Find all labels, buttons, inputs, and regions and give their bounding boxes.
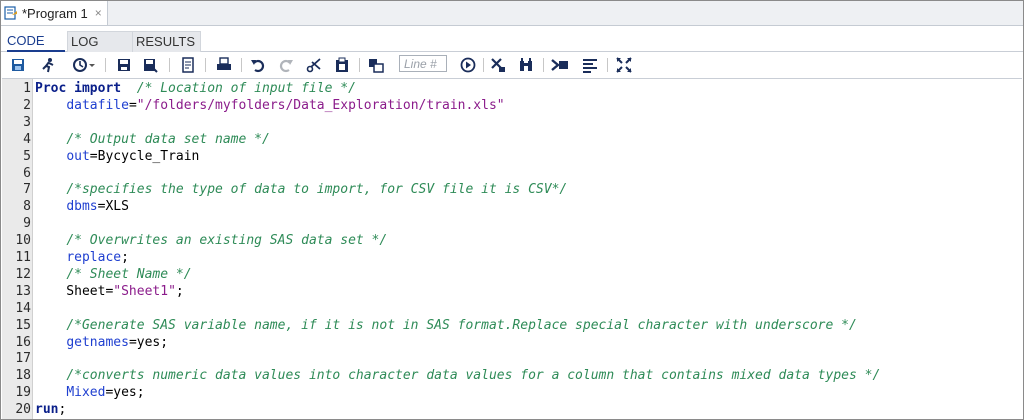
code-line[interactable]: 20 run; (2, 401, 1022, 418)
line-number: 2 (23, 97, 31, 113)
save-program-icon[interactable] (9, 56, 27, 74)
line-number: 5 (23, 148, 31, 164)
code-line[interactable]: 1 Proc import /* Location of input file *… (2, 80, 1022, 97)
find-icon[interactable] (517, 56, 535, 74)
program-icon (4, 6, 17, 20)
code-line[interactable]: 8 dbms=XLS (2, 198, 1022, 215)
code-text: /* Overwrites an existing SAS data set *… (66, 233, 388, 249)
copy-to-editor-icon[interactable] (179, 56, 197, 74)
code-text: out=Bycycle_Train (66, 148, 200, 164)
code-line[interactable]: 15 /*Generate SAS variable name, if it i… (2, 317, 1022, 334)
code-text: /* Sheet Name */ (66, 266, 192, 282)
line-number: 15 (15, 317, 31, 333)
run-icon[interactable] (39, 56, 57, 74)
line-number: 7 (23, 182, 31, 198)
code-text: /*Generate SAS variable name, if it is n… (66, 317, 857, 333)
line-number: 9 (23, 216, 31, 232)
code-text: Sheet="Sheet1"; (35, 283, 184, 299)
line-number: 17 (15, 351, 31, 367)
code-text: datafile="/folders/myfolders/Data_Explor… (66, 97, 505, 113)
code-toolbar (1, 53, 1023, 77)
line-number: 14 (15, 300, 31, 316)
program-tab[interactable]: *Program 1 × (1, 1, 108, 25)
tab-code[interactable]: CODE (7, 31, 65, 52)
code-snippet-icon[interactable] (551, 56, 569, 74)
code-text: getnames=yes; (66, 334, 169, 350)
line-number: 16 (15, 334, 31, 350)
line-number: 13 (15, 283, 31, 299)
line-number: 20 (15, 402, 31, 418)
history-dropdown-icon[interactable] (71, 56, 97, 74)
code-text: /* Output data set name */ (66, 131, 270, 147)
code-line[interactable]: 16 getnames=yes; (2, 334, 1022, 351)
code-line[interactable]: 14 (2, 300, 1022, 317)
tab-results[interactable]: RESULTS (132, 31, 201, 52)
clear-all-code-icon[interactable] (489, 56, 507, 74)
line-number: 19 (15, 385, 31, 401)
line-number: 1 (23, 81, 31, 96)
properties-icon[interactable] (581, 56, 599, 74)
code-editor[interactable]: 1 Proc import /* Location of input file *… (2, 78, 1022, 419)
code-line[interactable]: 2 datafile="/folders/myfolders/Data_Expl… (2, 97, 1022, 114)
line-number: 10 (15, 233, 31, 249)
program-tab-title: *Program 1 (22, 5, 88, 21)
code-text: Proc import /* Location of input file */ (35, 81, 356, 96)
code-text: Mixed=yes; (66, 385, 145, 401)
code-line[interactable]: 12 /* Sheet Name */ (2, 266, 1022, 283)
code-line[interactable]: 10 /* Overwrites an existing SAS data se… (2, 232, 1022, 249)
program-tab-strip: *Program 1 × (1, 1, 1023, 26)
save-icon[interactable] (115, 56, 133, 74)
line-number: 12 (15, 266, 31, 282)
code-line[interactable]: 9 (2, 215, 1022, 232)
code-text: replace; (66, 250, 129, 265)
line-number: 18 (15, 368, 31, 384)
cut-icon[interactable] (305, 56, 323, 74)
code-text: /*specifies the type of data to import, … (66, 182, 568, 198)
print-icon[interactable] (215, 56, 233, 74)
code-line[interactable]: 3 (2, 114, 1022, 131)
code-line[interactable]: 4 /* Output data set name */ (2, 131, 1022, 148)
code-line[interactable]: 19 Mixed=yes; (2, 384, 1022, 401)
code-line[interactable]: 7 /*specifies the type of data to import… (2, 181, 1022, 198)
line-number: 11 (15, 250, 31, 265)
code-line[interactable]: 11 replace; (2, 249, 1022, 266)
code-line[interactable]: 13 Sheet="Sheet1"; (2, 283, 1022, 300)
redo-icon[interactable] (277, 56, 295, 74)
undo-icon[interactable] (249, 56, 267, 74)
code-line[interactable]: 17 (2, 350, 1022, 367)
line-number: 3 (23, 114, 31, 130)
close-tab-icon[interactable]: × (95, 6, 102, 20)
tab-log[interactable]: LOG (67, 31, 136, 52)
code-text: dbms=XLS (66, 199, 129, 215)
maximize-view-icon[interactable] (615, 56, 633, 74)
go-to-line-icon[interactable] (459, 56, 477, 74)
line-number-input[interactable]: Line # (399, 55, 447, 72)
paste-icon[interactable] (333, 56, 351, 74)
code-line[interactable]: 6 (2, 165, 1022, 182)
code-line[interactable]: 5 out=Bycycle_Train (2, 148, 1022, 165)
code-text: run; (35, 402, 67, 418)
view-tabs: CODE LOG RESULTS (1, 31, 1023, 52)
program-window: *Program 1 × CODE LOG RESULTS Line # 1 P… (0, 0, 1024, 420)
code-text: /*converts numeric data values into char… (66, 368, 881, 384)
line-number: 6 (23, 165, 31, 181)
save-as-icon[interactable] (141, 56, 159, 74)
format-code-icon[interactable] (367, 56, 385, 74)
line-number: 8 (23, 199, 31, 215)
code-line[interactable]: 18 /*converts numeric data values into c… (2, 367, 1022, 384)
line-number: 4 (23, 131, 31, 147)
